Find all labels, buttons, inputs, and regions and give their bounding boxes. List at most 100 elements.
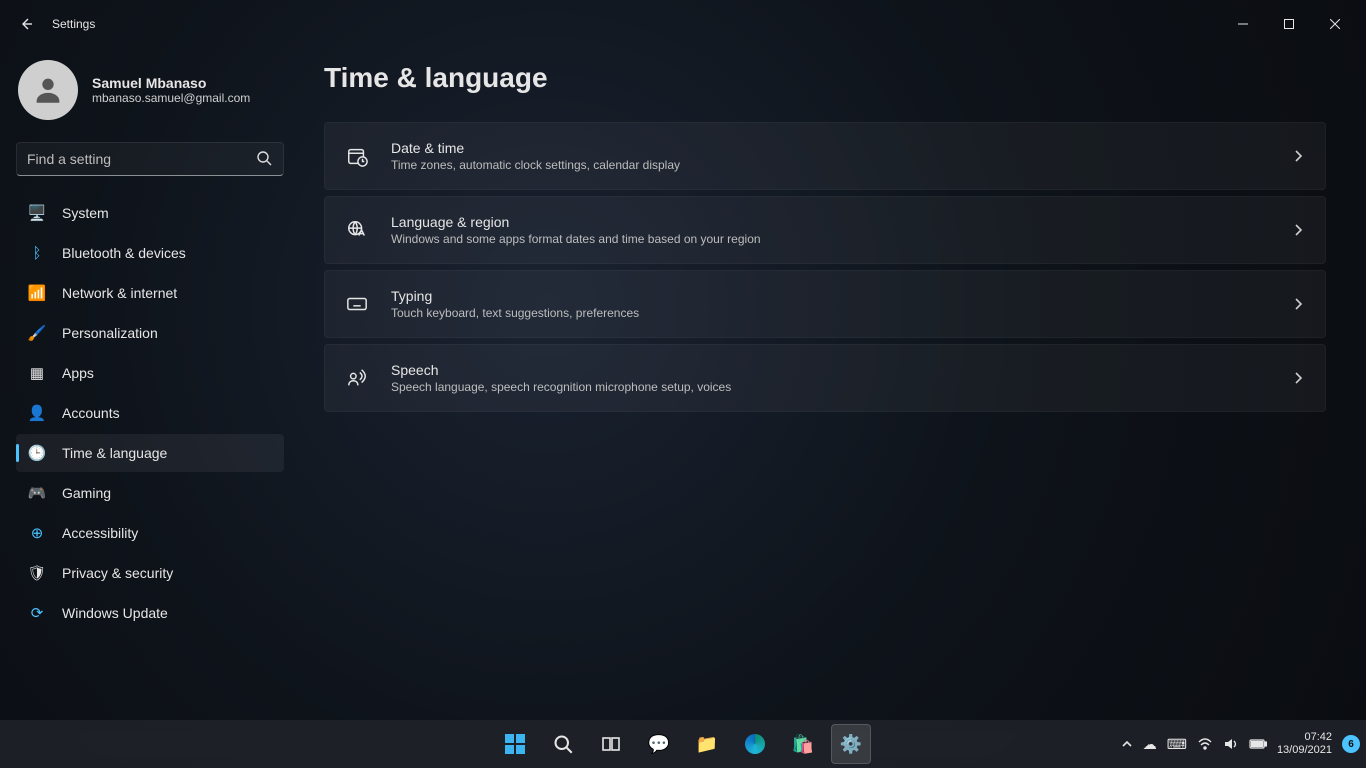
card-title: Date & time — [391, 140, 1269, 156]
profile-email: mbanaso.samuel@gmail.com — [92, 91, 250, 105]
sidebar-item-accessibility[interactable]: ⊕ Accessibility — [16, 514, 284, 552]
profile-name: Samuel Mbanaso — [92, 75, 250, 91]
taskbar-edge-button[interactable] — [735, 724, 775, 764]
start-button[interactable] — [495, 724, 535, 764]
taskbar-settings-button[interactable]: ⚙️ — [831, 724, 871, 764]
close-icon — [1330, 19, 1340, 29]
sidebar-item-label: Privacy & security — [62, 565, 173, 581]
taskbar-search-button[interactable] — [543, 724, 583, 764]
card-title: Language & region — [391, 214, 1269, 230]
language-region-icon — [345, 219, 369, 241]
settings-card-date-time[interactable]: Date & time Time zones, automatic clock s… — [324, 122, 1326, 190]
sidebar-item-label: Network & internet — [62, 285, 177, 301]
sidebar-nav: 🖥️SystemᛒBluetooth & devices 📶 Network & i… — [16, 194, 284, 632]
edge-icon — [745, 734, 765, 754]
card-subtitle: Time zones, automatic clock settings, ca… — [391, 158, 1269, 172]
maximize-button[interactable] — [1266, 8, 1312, 40]
card-text: Speech Speech language, speech recognitio… — [391, 362, 1269, 394]
sidebar-item-bluetooth-devices[interactable]: ᛒBluetooth & devices — [16, 234, 284, 272]
wifi-tray-icon[interactable] — [1197, 736, 1213, 752]
volume-tray-icon[interactable] — [1223, 736, 1239, 752]
sidebar-item-label: Accessibility — [62, 525, 138, 541]
system-icon: 🖥️ — [28, 204, 46, 222]
battery-icon — [1249, 738, 1267, 750]
taskbar-center: 💬 📁 🛍️ ⚙️ — [495, 724, 871, 764]
sidebar-item-label: Personalization — [62, 325, 158, 341]
person-icon — [31, 73, 65, 107]
apps-icon: ▦ — [28, 364, 46, 382]
taskbar-clock[interactable]: 07:42 13/09/2021 — [1277, 731, 1332, 756]
sidebar-item-network-internet[interactable]: 📶 Network & internet — [16, 274, 284, 312]
sidebar-item-time-language[interactable]: 🕒 Time & language — [16, 434, 284, 472]
task-view-icon — [601, 734, 621, 754]
battery-tray-icon[interactable] — [1249, 738, 1267, 750]
settings-card-language-region[interactable]: Language & region Windows and some apps f… — [324, 196, 1326, 264]
keyboard-tray-icon[interactable]: ⌨ — [1167, 736, 1187, 753]
sidebar-item-personalization[interactable]: 🖌️ Personalization — [16, 314, 284, 352]
taskbar: 💬 📁 🛍️ ⚙️ ☁ ⌨ 07:42 13/09/2 — [0, 720, 1366, 768]
sidebar-item-windows-update[interactable]: ⟳Windows Update — [16, 594, 284, 632]
chat-icon: 💬 — [648, 734, 670, 755]
notification-count: 6 — [1348, 739, 1354, 750]
clock-date: 13/09/2021 — [1277, 744, 1332, 757]
sidebar-item-system[interactable]: 🖥️System — [16, 194, 284, 232]
sidebar-item-label: Time & language — [62, 445, 167, 461]
back-arrow-icon — [18, 16, 34, 32]
taskbar-explorer-button[interactable]: 📁 — [687, 724, 727, 764]
date-time-icon — [345, 145, 369, 167]
page-title: Time & language — [324, 62, 1326, 94]
keyboard-icon — [345, 293, 369, 315]
card-text: Date & time Time zones, automatic clock s… — [391, 140, 1269, 172]
avatar — [18, 60, 78, 120]
sidebar-item-accounts[interactable]: 👤Accounts — [16, 394, 284, 432]
onedrive-tray-icon[interactable]: ☁ — [1143, 736, 1157, 753]
chevron-right-icon — [1291, 297, 1305, 311]
chevron-right-icon — [1291, 223, 1305, 237]
search-box[interactable] — [16, 142, 284, 176]
shield-icon: 🛡 — [28, 564, 46, 582]
sidebar-item-label: Apps — [62, 365, 94, 381]
settings-card-typing[interactable]: TypingTouch keyboard, text suggestions, … — [324, 270, 1326, 338]
card-title: Typing — [391, 288, 1269, 304]
main-panel: Time & language Date & time Time zones, a… — [300, 48, 1366, 720]
clock-globe-icon: 🕒 — [28, 444, 46, 462]
folder-icon: 📁 — [696, 734, 718, 755]
close-button[interactable] — [1312, 8, 1358, 40]
taskbar-chat-button[interactable]: 💬 — [639, 724, 679, 764]
chevron-right-icon — [1291, 371, 1305, 385]
card-subtitle: Speech language, speech recognition micr… — [391, 380, 1269, 394]
card-title: Speech — [391, 362, 1269, 378]
system-tray: ☁ ⌨ 07:42 13/09/2021 6 — [1121, 731, 1360, 756]
chevron-right-icon — [1291, 149, 1305, 163]
search-icon — [256, 150, 272, 166]
volume-icon — [1223, 736, 1239, 752]
notification-badge[interactable]: 6 — [1342, 735, 1360, 753]
titlebar: Settings — [0, 0, 1366, 48]
minimize-icon — [1238, 19, 1248, 29]
tray-overflow-button[interactable] — [1121, 738, 1133, 750]
update-icon: ⟳ — [28, 604, 46, 622]
settings-card-speech[interactable]: Speech Speech language, speech recognitio… — [324, 344, 1326, 412]
minimize-button[interactable] — [1220, 8, 1266, 40]
sidebar-item-label: Bluetooth & devices — [62, 245, 186, 261]
profile-block[interactable]: Samuel Mbanaso mbanaso.samuel@gmail.com — [16, 56, 284, 138]
paint-icon: 🖌️ — [28, 324, 46, 342]
gear-icon: ⚙️ — [840, 734, 862, 755]
clock-time: 07:42 — [1304, 731, 1332, 744]
maximize-icon — [1284, 19, 1294, 29]
card-subtitle: Windows and some apps format dates and t… — [391, 232, 1269, 246]
chevron-up-icon — [1121, 738, 1133, 750]
taskbar-store-button[interactable]: 🛍️ — [783, 724, 823, 764]
back-button[interactable] — [8, 6, 44, 42]
wifi-icon: 📶 — [28, 284, 46, 302]
accessibility-icon: ⊕ — [28, 524, 46, 542]
sidebar-item-label: Gaming — [62, 485, 111, 501]
sidebar-item-privacy-security[interactable]: 🛡 Privacy & security — [16, 554, 284, 592]
task-view-button[interactable] — [591, 724, 631, 764]
search-input[interactable] — [16, 142, 284, 176]
account-icon: 👤 — [28, 404, 46, 422]
sidebar-item-gaming[interactable]: 🎮Gaming — [16, 474, 284, 512]
store-icon: 🛍️ — [792, 734, 814, 755]
sidebar-item-apps[interactable]: ▦ Apps — [16, 354, 284, 392]
search-icon — [553, 734, 573, 754]
